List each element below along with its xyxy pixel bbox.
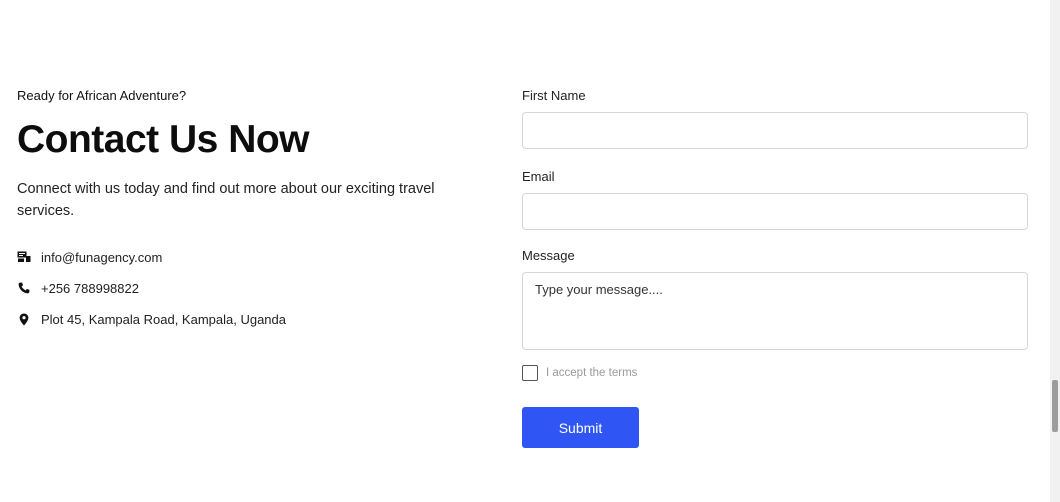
contact-email-item: info@funagency.com	[17, 247, 477, 267]
accept-terms-label[interactable]: I accept the terms	[546, 367, 637, 379]
contact-info-section: Ready for African Adventure? Contact Us …	[17, 88, 477, 340]
message-textarea[interactable]	[522, 272, 1028, 350]
location-pin-icon	[17, 312, 31, 326]
message-label: Message	[522, 248, 575, 263]
contact-address-item: Plot 45, Kampala Road, Kampala, Uganda	[17, 309, 477, 329]
email-field-group: Email	[522, 169, 1028, 230]
contact-form: First Name Email Message I accept the te…	[522, 88, 1028, 448]
scrollbar-thumb[interactable]	[1052, 380, 1058, 432]
mail-icon	[17, 250, 31, 264]
first-name-label: First Name	[522, 88, 586, 103]
accept-terms-checkbox[interactable]	[522, 365, 538, 381]
page-scrollbar[interactable]	[1050, 0, 1060, 502]
contact-page: Ready for African Adventure? Contact Us …	[0, 0, 1060, 502]
contact-address-text: Plot 45, Kampala Road, Kampala, Uganda	[41, 311, 286, 327]
section-description: Connect with us today and find out more …	[17, 181, 435, 219]
first-name-input[interactable]	[522, 112, 1028, 149]
phone-icon	[17, 281, 31, 295]
email-input[interactable]	[522, 193, 1028, 230]
contact-phone-text: +256 788998822	[41, 280, 139, 296]
contact-details-list: info@funagency.com +256 788998822 Plot 4…	[17, 247, 477, 329]
email-label: Email	[522, 169, 555, 184]
message-field-group: Message	[522, 248, 1028, 350]
terms-row: I accept the terms	[522, 365, 1028, 381]
first-name-field-group: First Name	[522, 88, 1028, 149]
submit-button[interactable]: Submit	[522, 407, 639, 448]
eyebrow-text: Ready for African Adventure?	[17, 88, 187, 103]
contact-phone-item: +256 788998822	[17, 278, 477, 298]
page-title: Contact Us Now	[17, 118, 310, 161]
contact-email-text: info@funagency.com	[41, 249, 163, 265]
